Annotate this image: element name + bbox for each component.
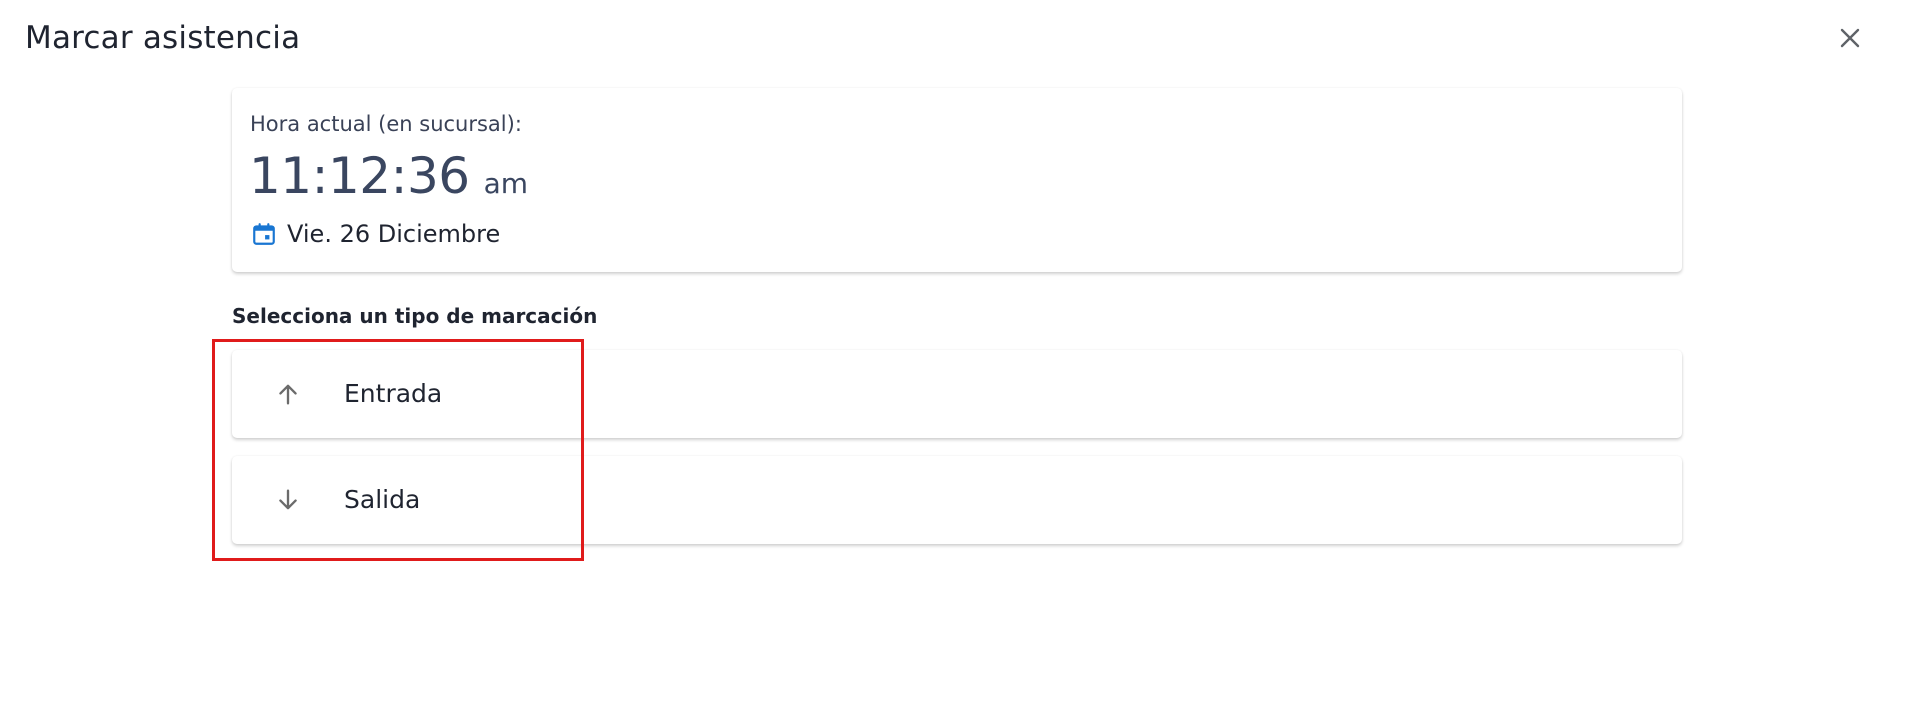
current-time-ampm: am [483,167,528,200]
salida-option-button[interactable]: Salida [232,456,1682,544]
current-date: Vie. 26 Diciembre [251,218,500,250]
scrollbar[interactable] [1902,0,1919,713]
calendar-icon [251,221,277,247]
current-date-text: Vie. 26 Diciembre [287,220,501,248]
current-time-label: Hora actual (en sucursal): [250,112,522,136]
salida-option-label: Salida [344,485,421,514]
entrada-option-label: Entrada [344,379,443,408]
close-button[interactable] [1830,18,1870,58]
dialog-title: Marcar asistencia [25,20,301,56]
marking-type-label: Selecciona un tipo de marcación [232,304,598,328]
entrada-option-button[interactable]: Entrada [232,350,1682,438]
arrow-up-icon [272,378,304,410]
current-time-display: 11:12:36 am [249,144,528,208]
close-icon [1838,26,1862,50]
current-time-card: Hora actual (en sucursal): 11:12:36 am V… [232,88,1682,272]
attendance-dialog: Marcar asistencia Hora actual (en sucurs… [0,0,1919,713]
arrow-down-icon [272,484,304,516]
current-time-value: 11:12:36 [249,147,470,205]
